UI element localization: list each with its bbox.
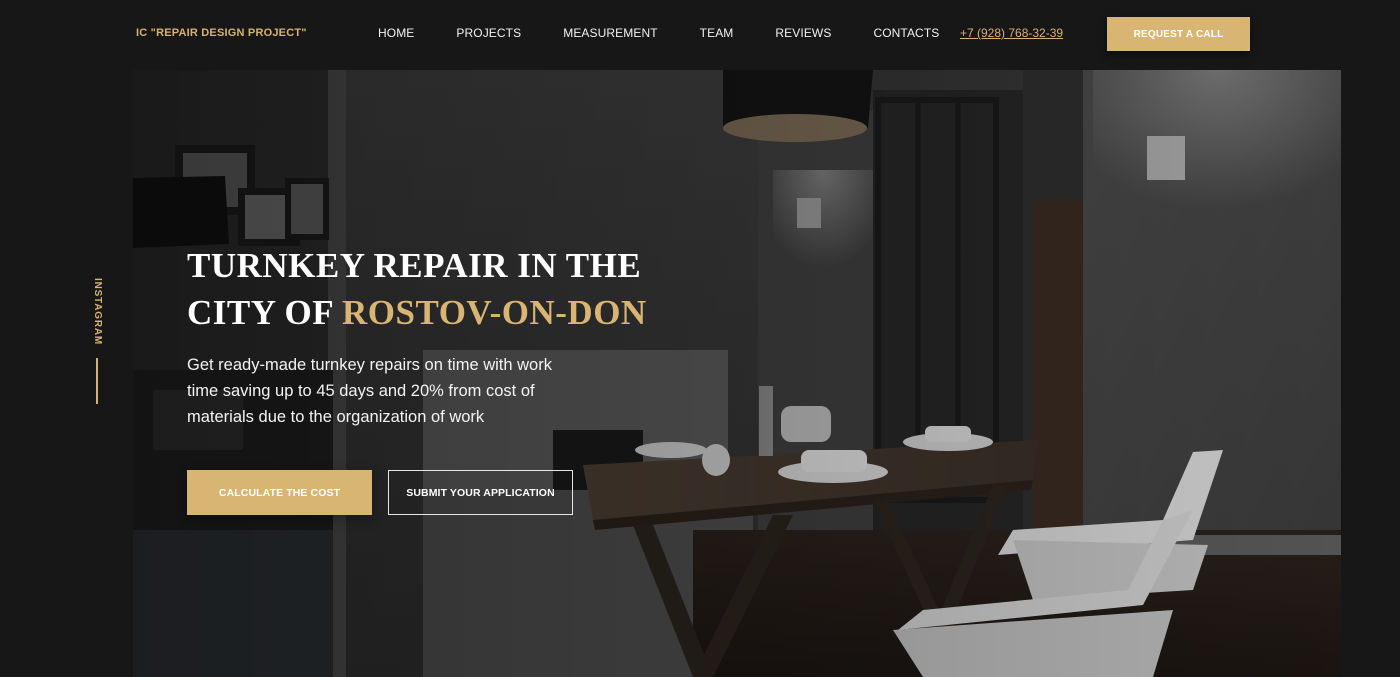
calculate-cost-button[interactable]: CALCULATE THE COST [187, 470, 372, 515]
landing-page: IC "REPAIR DESIGN PROJECT" HOME PROJECTS… [0, 0, 1400, 677]
main-nav: HOME PROJECTS MEASUREMENT TEAM REVIEWS C… [378, 26, 939, 40]
nav-reviews[interactable]: REVIEWS [775, 26, 831, 40]
request-call-button[interactable]: REQUEST A CALL [1107, 17, 1250, 51]
brand-logo[interactable]: IC "REPAIR DESIGN PROJECT" [136, 27, 307, 39]
nav-contacts[interactable]: CONTACTS [873, 26, 939, 40]
site-header: IC "REPAIR DESIGN PROJECT" HOME PROJECTS… [0, 0, 1400, 70]
hero-description: Get ready-made turnkey repairs on time w… [187, 356, 552, 426]
side-divider [96, 358, 98, 404]
nav-measurement[interactable]: MEASUREMENT [563, 26, 657, 40]
instagram-link[interactable]: INSTAGRAM [80, 276, 114, 346]
hero-title-line2-prefix: CITY OF [187, 293, 343, 332]
phone-link[interactable]: +7 (928) 768-32-39 [960, 26, 1063, 40]
hero-title: TURNKEY REPAIR IN THE CITY OF ROSTOV-ON-… [187, 242, 747, 336]
hero-section: TURNKEY REPAIR IN THE CITY OF ROSTOV-ON-… [133, 70, 1341, 677]
hero-title-line1: TURNKEY REPAIR IN THE [187, 246, 642, 285]
nav-projects[interactable]: PROJECTS [456, 26, 521, 40]
hero-title-city: ROSTOV-ON-DON [342, 293, 647, 332]
nav-team[interactable]: TEAM [700, 26, 734, 40]
submit-application-button[interactable]: SUBMIT YOUR APPLICATION [388, 470, 573, 515]
nav-home[interactable]: HOME [378, 26, 414, 40]
instagram-label: INSTAGRAM [91, 277, 103, 345]
